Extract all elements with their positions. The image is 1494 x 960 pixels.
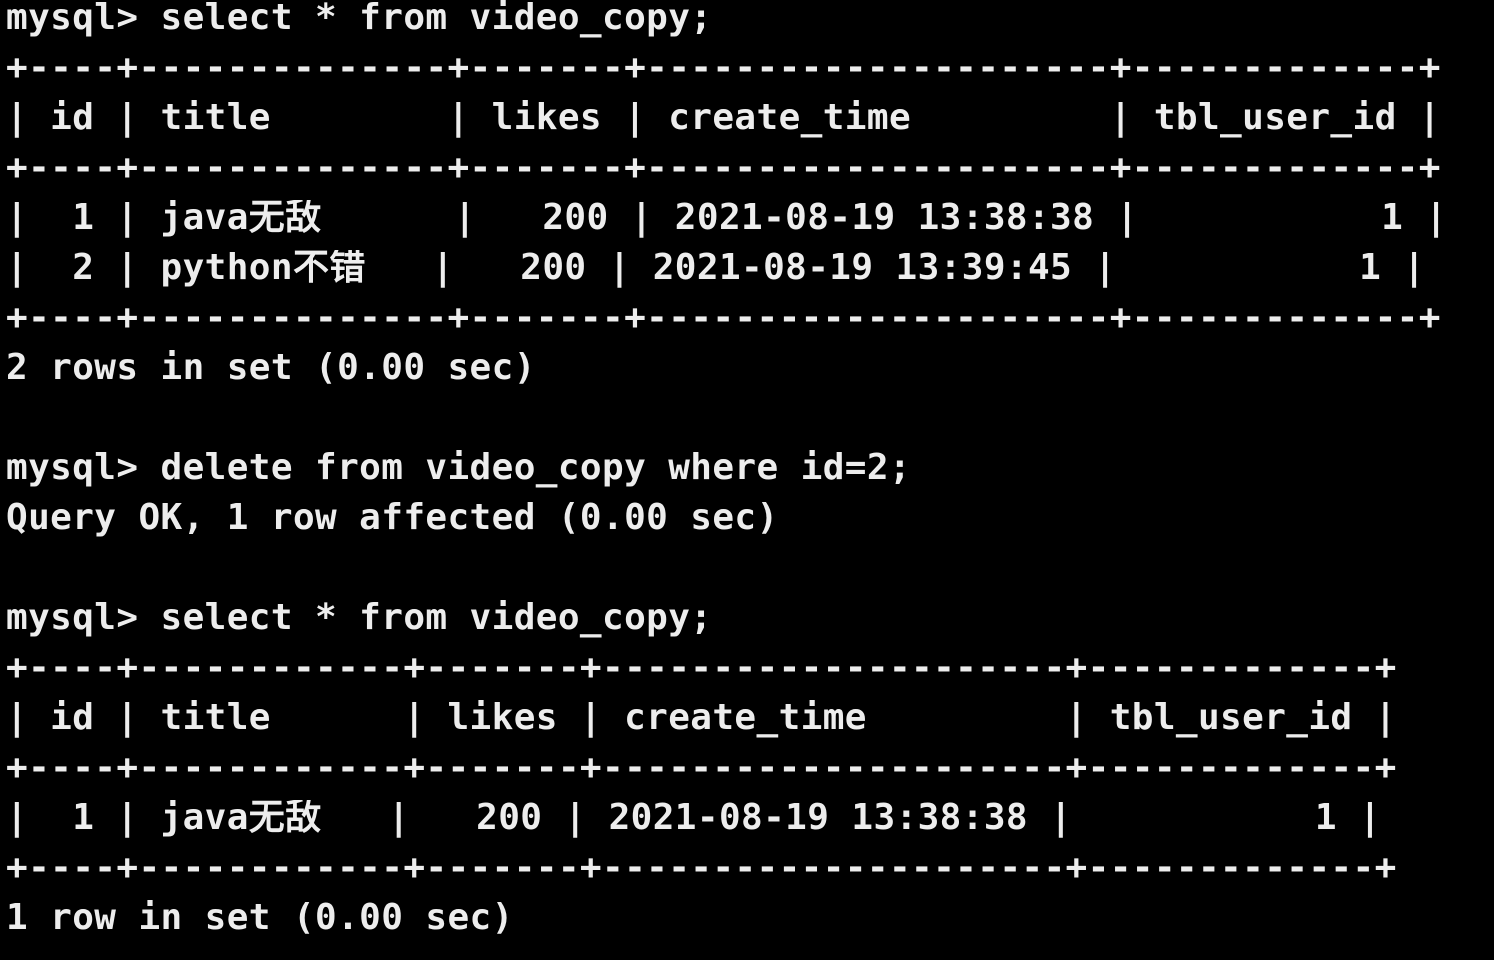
- table-border-bottom: +----+------------+-------+-------------…: [6, 850, 1397, 888]
- terminal-window[interactable]: mysql> select * from video_copy; +----+-…: [6, 0, 1494, 960]
- table-header-row: | id | title | likes | create_time | tbl…: [6, 100, 1441, 138]
- prompt-command-select: mysql> select * from video_copy;: [6, 600, 713, 638]
- table-header-row: | id | title | likes | create_time | tbl…: [6, 700, 1397, 738]
- table-row: | 2 | python不错 | 200 | 2021-08-19 13:39:…: [6, 250, 1426, 288]
- prompt-command-select: mysql> select * from video_copy;: [6, 0, 713, 38]
- result-status: 2 rows in set (0.00 sec): [6, 350, 536, 388]
- table-border-header: +----+--------------+-------+-----------…: [6, 150, 1441, 188]
- table-border-top: +----+------------+-------+-------------…: [6, 650, 1397, 688]
- table-border-top: +----+--------------+-------+-----------…: [6, 50, 1441, 88]
- table-row: | 1 | java无敌 | 200 | 2021-08-19 13:38:38…: [6, 200, 1448, 238]
- table-row: | 1 | java无敌 | 200 | 2021-08-19 13:38:38…: [6, 800, 1382, 838]
- table-border-bottom: +----+--------------+-------+-----------…: [6, 300, 1441, 338]
- result-status: Query OK, 1 row affected (0.00 sec): [6, 500, 779, 538]
- table-border-header: +----+------------+-------+-------------…: [6, 750, 1397, 788]
- prompt-command-delete: mysql> delete from video_copy where id=2…: [6, 450, 912, 488]
- result-status: 1 row in set (0.00 sec): [6, 900, 514, 938]
